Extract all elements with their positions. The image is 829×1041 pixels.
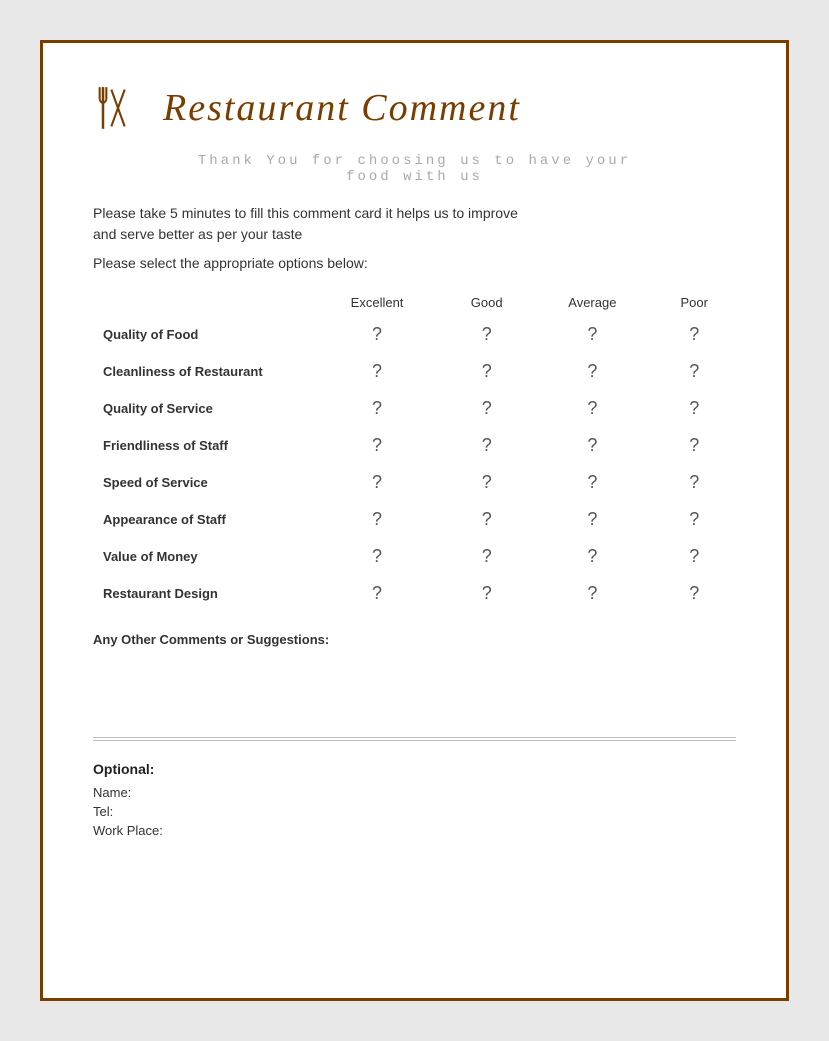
row-label: Value of Money (93, 538, 313, 575)
choice-good[interactable]: ? (441, 501, 532, 538)
page-title: Restaurant Comment (163, 86, 521, 130)
row-label: Quality of Food (93, 316, 313, 353)
comment-card: Restaurant Comment Thank You for choosin… (40, 40, 789, 1001)
choice-poor[interactable]: ? (652, 464, 736, 501)
table-row: Cleanliness of Restaurant???? (93, 353, 736, 390)
choice-average[interactable]: ? (532, 316, 652, 353)
choice-good[interactable]: ? (441, 427, 532, 464)
select-prompt: Please select the appropriate options be… (93, 255, 736, 271)
choice-good[interactable]: ? (441, 538, 532, 575)
col-good: Good (441, 289, 532, 316)
choice-excellent[interactable]: ? (313, 353, 441, 390)
divider (93, 737, 736, 738)
choice-good[interactable]: ? (441, 353, 532, 390)
choice-poor[interactable]: ? (652, 390, 736, 427)
choice-poor[interactable]: ? (652, 316, 736, 353)
table-row: Value of Money???? (93, 538, 736, 575)
col-average: Average (532, 289, 652, 316)
table-row: Restaurant Design???? (93, 575, 736, 612)
choice-average[interactable]: ? (532, 575, 652, 612)
choice-excellent[interactable]: ? (313, 464, 441, 501)
table-row: Friendliness of Staff???? (93, 427, 736, 464)
workplace-field: Work Place: (93, 823, 736, 838)
comment-area (93, 677, 736, 727)
row-label: Appearance of Staff (93, 501, 313, 538)
row-label: Quality of Service (93, 390, 313, 427)
table-row: Quality of Food???? (93, 316, 736, 353)
col-poor: Poor (652, 289, 736, 316)
divider-2 (93, 740, 736, 741)
choice-excellent[interactable]: ? (313, 390, 441, 427)
choice-poor[interactable]: ? (652, 427, 736, 464)
choice-excellent[interactable]: ? (313, 575, 441, 612)
choice-excellent[interactable]: ? (313, 538, 441, 575)
choice-poor[interactable]: ? (652, 575, 736, 612)
choice-good[interactable]: ? (441, 390, 532, 427)
optional-section: Optional: Name: Tel: Work Place: (93, 761, 736, 838)
tel-field: Tel: (93, 804, 736, 819)
rating-table: Excellent Good Average Poor Quality of F… (93, 289, 736, 612)
table-row: Quality of Service???? (93, 390, 736, 427)
table-row: Appearance of Staff???? (93, 501, 736, 538)
choice-average[interactable]: ? (532, 538, 652, 575)
row-label: Restaurant Design (93, 575, 313, 612)
choice-excellent[interactable]: ? (313, 316, 441, 353)
optional-title: Optional: (93, 761, 736, 777)
choice-poor[interactable]: ? (652, 501, 736, 538)
row-label: Speed of Service (93, 464, 313, 501)
choice-good[interactable]: ? (441, 464, 532, 501)
choice-average[interactable]: ? (532, 464, 652, 501)
comments-section: Any Other Comments or Suggestions: (93, 632, 736, 727)
choice-average[interactable]: ? (532, 353, 652, 390)
choice-poor[interactable]: ? (652, 538, 736, 575)
choice-good[interactable]: ? (441, 575, 532, 612)
choice-average[interactable]: ? (532, 501, 652, 538)
comments-label: Any Other Comments or Suggestions: (93, 632, 736, 647)
row-label: Cleanliness of Restaurant (93, 353, 313, 390)
utensils-icon (93, 83, 143, 133)
col-empty (93, 289, 313, 316)
choice-excellent[interactable]: ? (313, 427, 441, 464)
thank-you-text: Thank You for choosing us to have your f… (93, 153, 736, 185)
name-field: Name: (93, 785, 736, 800)
row-label: Friendliness of Staff (93, 427, 313, 464)
choice-average[interactable]: ? (532, 427, 652, 464)
choice-poor[interactable]: ? (652, 353, 736, 390)
choice-excellent[interactable]: ? (313, 501, 441, 538)
intro-text: Please take 5 minutes to fill this comme… (93, 203, 736, 245)
header: Restaurant Comment (93, 83, 736, 133)
choice-good[interactable]: ? (441, 316, 532, 353)
choice-average[interactable]: ? (532, 390, 652, 427)
col-excellent: Excellent (313, 289, 441, 316)
table-row: Speed of Service???? (93, 464, 736, 501)
